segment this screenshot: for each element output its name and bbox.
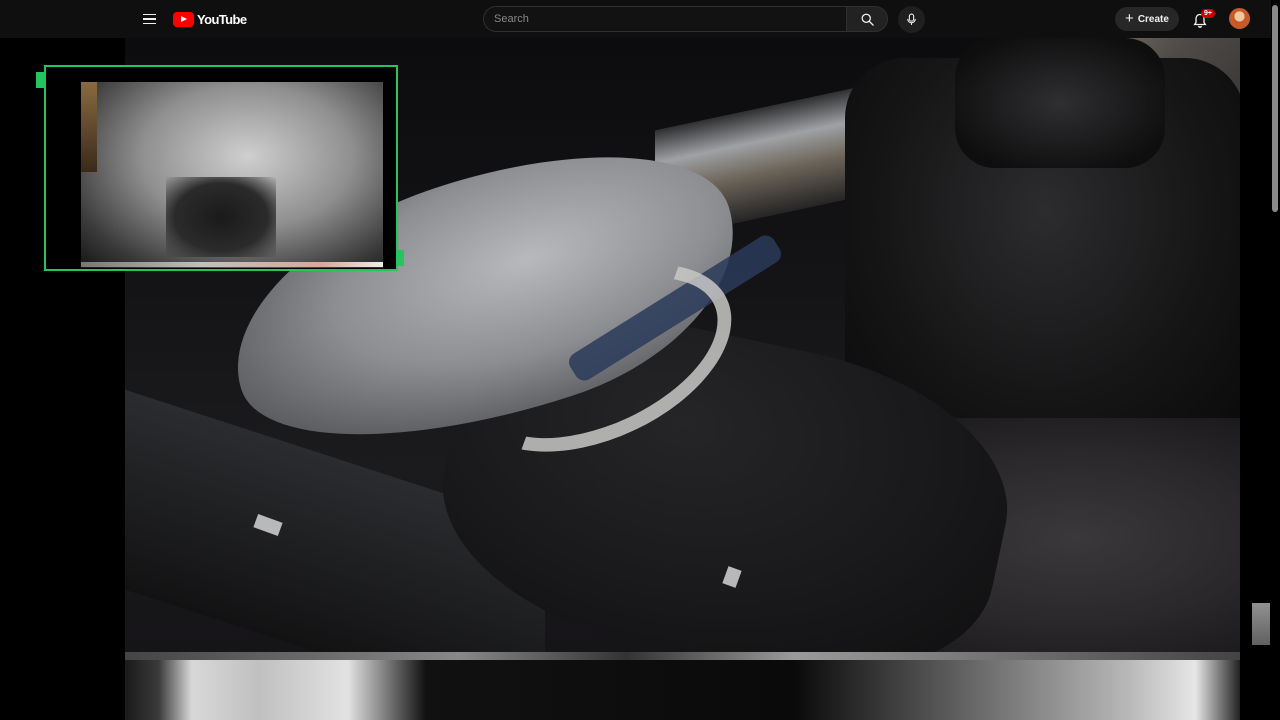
create-button[interactable]: + Create — [1115, 7, 1179, 31]
picture-in-picture-window[interactable] — [44, 65, 398, 271]
search-button[interactable] — [846, 6, 888, 32]
plus-icon: + — [1125, 10, 1134, 27]
pip-frame-wall — [81, 82, 97, 172]
pip-resize-handle[interactable] — [396, 250, 404, 266]
pip-resize-handle[interactable] — [36, 72, 44, 88]
logo-text: YouTube — [197, 11, 247, 27]
search-bar — [483, 6, 888, 32]
create-label: Create — [1137, 13, 1169, 25]
video-bottom-strip — [125, 652, 1240, 720]
microphone-icon — [907, 13, 916, 25]
pip-progress-bar — [81, 262, 383, 267]
menu-button[interactable] — [136, 7, 162, 31]
notification-badge: 9+ — [1201, 9, 1215, 18]
youtube-logo-link[interactable]: YouTube — [173, 10, 247, 28]
user-avatar[interactable] — [1229, 8, 1250, 29]
youtube-logo-icon — [173, 11, 194, 27]
search-input[interactable] — [483, 6, 846, 32]
search-icon — [861, 13, 874, 26]
pip-frame-shadow — [166, 177, 276, 257]
hamburger-menu-icon-line — [142, 22, 156, 25]
video-frame-headrest — [955, 38, 1165, 168]
side-overlay-block — [1252, 603, 1270, 645]
hamburger-menu-icon — [142, 13, 156, 16]
scrollbar-thumb[interactable] — [1272, 5, 1278, 212]
voice-search-button[interactable] — [898, 6, 925, 33]
hamburger-menu-icon-line — [142, 18, 156, 20]
top-bar: YouTube + Create 9+ — [0, 0, 1280, 38]
